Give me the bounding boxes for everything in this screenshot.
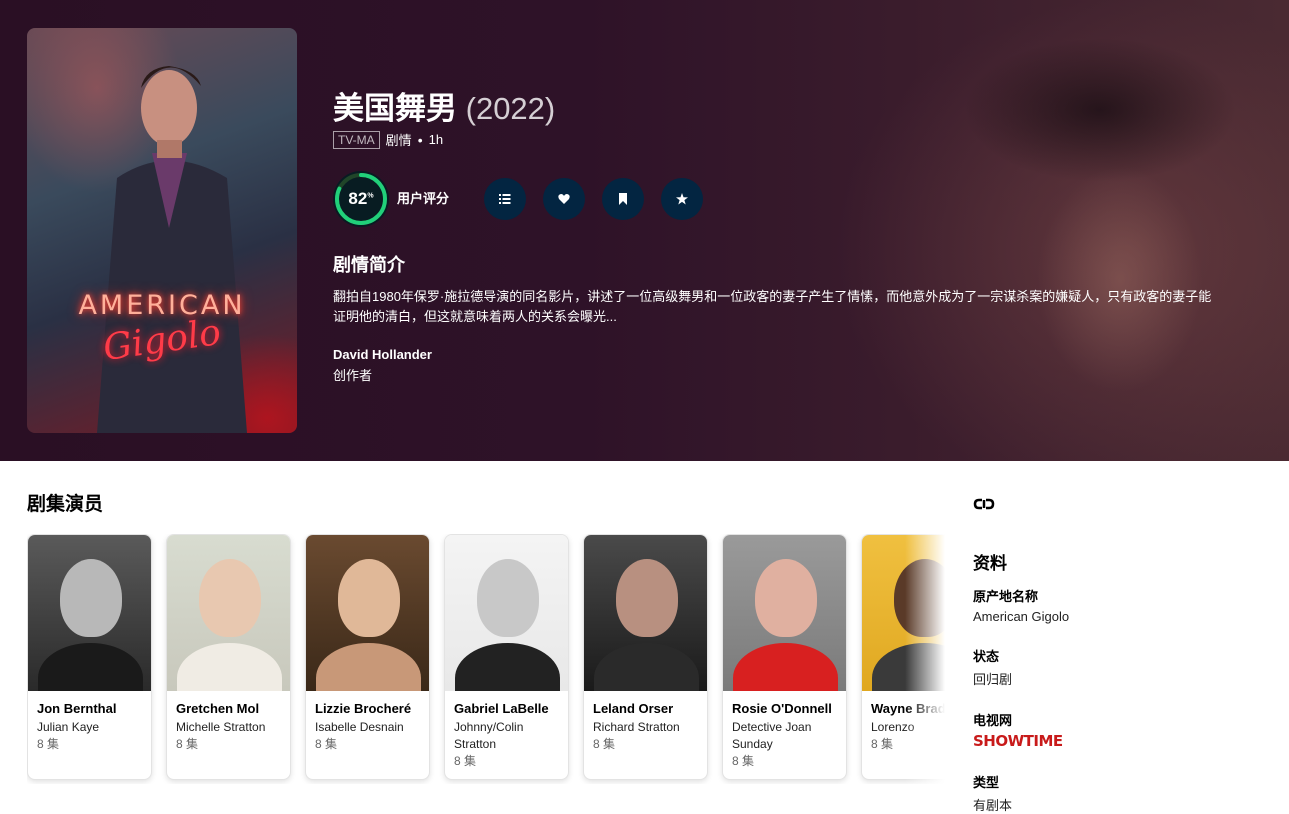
creator-role: 创作者 <box>333 368 373 383</box>
fact-label: 状态 <box>973 649 1000 664</box>
fact-label: 类型 <box>973 775 1000 790</box>
hero-header: AMERICAN Gigolo 美国舞男 (2022) TV-MA 剧情 • 1… <box>0 0 1289 461</box>
actor-name[interactable]: Gabriel LaBelle <box>454 701 559 716</box>
character-name: Detective Joan Sunday <box>732 720 812 751</box>
genre-link[interactable]: 剧情 <box>386 130 412 149</box>
character-name: Richard Stratton <box>593 720 680 734</box>
favorite-button[interactable] <box>543 178 585 220</box>
actor-photo[interactable] <box>167 535 290 691</box>
title-row: 美国舞男 (2022) <box>333 90 1233 128</box>
fact-network: 电视网 SHOWTIME <box>973 710 1273 750</box>
show-facts: TV-MA 剧情 • 1h <box>333 130 1233 149</box>
character-name: Johnny/Colin Stratton <box>454 720 524 751</box>
fact-original-name: 原产地名称 American Gigolo <box>973 586 1273 624</box>
scroll-fade <box>905 534 945 784</box>
list-icon <box>499 194 511 204</box>
separator-dot: • <box>417 131 423 148</box>
episode-count: 8 集 <box>315 737 338 751</box>
actor-photo[interactable] <box>445 535 568 691</box>
actor-photo[interactable] <box>584 535 707 691</box>
user-score-chart[interactable]: 82% <box>333 171 389 227</box>
add-to-list-button[interactable] <box>484 178 526 220</box>
facts-sidebar: 资料 原产地名称 American Gigolo 状态 回归剧 电视网 SHOW… <box>973 494 1273 814</box>
character-name: Isabelle Desnain <box>315 720 404 734</box>
score-label: 用户评分 <box>397 191 450 206</box>
actions-bar: 82% 用户评分 <box>333 171 1233 227</box>
fact-label: 电视网 <box>973 713 1013 728</box>
network-logo[interactable]: SHOWTIME <box>973 732 1273 750</box>
fact-status: 状态 回归剧 <box>973 646 1273 688</box>
episode-count: 8 集 <box>593 737 616 751</box>
actor-name[interactable]: Lizzie Brocheré <box>315 701 420 716</box>
creator: David Hollander 创作者 <box>333 347 1233 384</box>
actor-name[interactable]: Leland Orser <box>593 701 698 716</box>
actor-name[interactable]: Gretchen Mol <box>176 701 281 716</box>
show-year: (2022) <box>465 91 556 126</box>
cast-section: 剧集演员 Jon Bernthal Julian Kaye 8 集 Gretch… <box>27 489 947 784</box>
certification-badge: TV-MA <box>333 130 380 149</box>
actor-name[interactable]: Rosie O'Donnell <box>732 701 837 716</box>
overview-text: 翻拍自1980年保罗·施拉德导演的同名影片，讲述了一位高级舞男和一位政客的妻子产… <box>333 289 1212 324</box>
poster-figure <box>97 66 247 433</box>
character-name: Michelle Stratton <box>176 720 266 734</box>
rate-button[interactable] <box>661 178 703 220</box>
overview-heading: 剧情简介 <box>333 255 405 275</box>
homepage-link-icon[interactable] <box>973 494 1273 517</box>
actor-photo[interactable] <box>28 535 151 691</box>
cast-scroller[interactable]: Jon Bernthal Julian Kaye 8 集 Gretchen Mo… <box>27 534 945 784</box>
cast-card[interactable]: Lizzie Brocheré Isabelle Desnain 8 集 <box>305 534 430 780</box>
facts-heading: 资料 <box>973 554 1007 573</box>
episode-count: 8 集 <box>732 754 755 768</box>
bookmark-icon <box>619 193 627 205</box>
episode-count: 8 集 <box>176 737 199 751</box>
character-name: Julian Kaye <box>37 720 100 734</box>
cast-heading: 剧集演员 <box>27 494 104 515</box>
actor-photo[interactable] <box>723 535 846 691</box>
fact-value: 回归剧 <box>973 672 1013 687</box>
watchlist-button[interactable] <box>602 178 644 220</box>
creator-name[interactable]: David Hollander <box>333 347 1233 362</box>
heart-icon <box>558 194 570 204</box>
poster-image[interactable]: AMERICAN Gigolo <box>27 28 297 433</box>
episode-count: 8 集 <box>454 754 477 768</box>
runtime: 1h <box>428 132 444 147</box>
fact-type: 类型 有剧本 <box>973 772 1273 814</box>
fact-value: American Gigolo <box>973 609 1070 624</box>
actor-photo[interactable] <box>306 535 429 691</box>
cast-card[interactable]: Leland Orser Richard Stratton 8 集 <box>583 534 708 780</box>
cast-card[interactable]: Rosie O'Donnell Detective Joan Sunday 8 … <box>722 534 847 780</box>
star-icon <box>676 193 688 205</box>
cast-list: Jon Bernthal Julian Kaye 8 集 Gretchen Mo… <box>27 534 945 780</box>
episode-count: 8 集 <box>37 737 60 751</box>
cast-card[interactable]: Jon Bernthal Julian Kaye 8 集 <box>27 534 152 780</box>
link-icon <box>973 498 995 510</box>
score-value: 82% <box>348 189 374 208</box>
cast-card[interactable]: Gabriel LaBelle Johnny/Colin Stratton 8 … <box>444 534 569 780</box>
fact-label: 原产地名称 <box>973 589 1039 604</box>
actor-name[interactable]: Jon Bernthal <box>37 701 142 716</box>
show-details: 美国舞男 (2022) TV-MA 剧情 • 1h 82% 用户评分 剧情简介 … <box>333 90 1233 384</box>
show-title[interactable]: 美国舞男 <box>333 91 457 126</box>
cast-card[interactable]: Gretchen Mol Michelle Stratton 8 集 <box>166 534 291 780</box>
fact-value: 有剧本 <box>973 798 1013 813</box>
